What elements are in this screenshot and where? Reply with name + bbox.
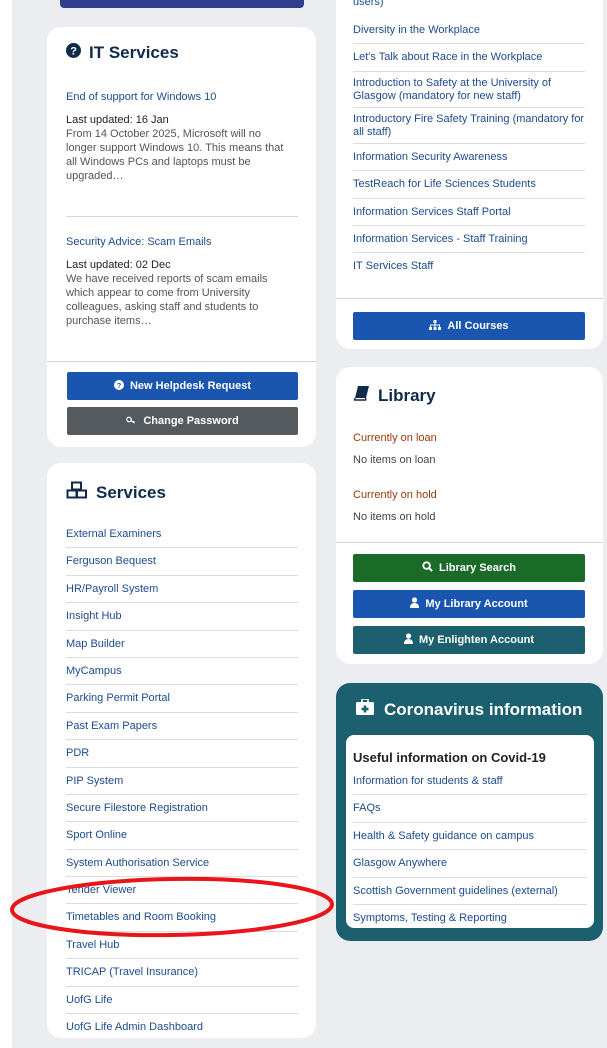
list-item[interactable]: Information Services - Staff Training	[353, 226, 585, 254]
news-updated: Last updated: 02 Dec	[66, 259, 171, 271]
hold-heading: Currently on hold	[353, 489, 437, 501]
list-item[interactable]: External Examiners	[66, 521, 298, 549]
course-list-fragment: users)	[353, 0, 384, 8]
user-icon	[403, 633, 413, 647]
list-item[interactable]: Secure Filestore Registration	[66, 795, 298, 823]
user-icon	[410, 597, 420, 611]
it-services-title: IT Services	[89, 43, 179, 62]
list-item[interactable]: Timetables and Room Booking	[66, 904, 298, 932]
divider	[47, 361, 316, 362]
services-list: External Examiners Ferguson Bequest HR/P…	[66, 521, 298, 1040]
news-item: End of support for Windows 10 Last updat…	[66, 91, 288, 183]
covid-info-panel: Useful information on Covid-19 Informati…	[346, 735, 594, 928]
list-item[interactable]: PIP System	[66, 768, 298, 795]
hold-text: No items on hold	[353, 511, 436, 523]
list-item[interactable]: Ferguson Bequest	[66, 548, 298, 576]
sitemap-icon	[429, 319, 442, 333]
library-heading: Library	[353, 385, 436, 406]
list-item[interactable]: Information Services Staff Portal	[353, 199, 585, 226]
divider	[336, 298, 603, 299]
button-label: Library Search	[438, 562, 517, 574]
button-label: My Enlighten Account	[418, 634, 535, 646]
loan-heading: Currently on loan	[353, 432, 437, 444]
list-item[interactable]: UofG Life	[66, 987, 298, 1015]
list-item[interactable]: HR/Payroll System	[66, 576, 298, 604]
my-enlighten-account-button[interactable]: My Enlighten Account	[353, 626, 585, 654]
search-icon	[422, 561, 433, 575]
news-title[interactable]: Security Advice: Scam Emails	[66, 236, 288, 248]
list-item[interactable]: Introduction to Safety at the University…	[353, 72, 585, 108]
list-item[interactable]: Insight Hub	[66, 603, 298, 631]
button-label: New Helpdesk Request	[129, 380, 252, 392]
divider	[336, 542, 603, 543]
book-icon	[353, 385, 370, 406]
coronavirus-title: Coronavirus information	[384, 699, 583, 719]
services-heading: Services	[66, 481, 166, 504]
services-title: Services	[96, 482, 166, 502]
all-courses-button[interactable]: All Courses	[353, 312, 585, 340]
list-item[interactable]: Tender Viewer	[66, 877, 298, 905]
key-icon	[126, 415, 137, 428]
previous-button-edge	[60, 0, 304, 8]
button-label: My Library Account	[425, 598, 528, 610]
loan-text: No items on loan	[353, 454, 436, 466]
new-helpdesk-request-button[interactable]: ? New Helpdesk Request	[67, 372, 298, 400]
library-title: Library	[378, 385, 436, 405]
list-item[interactable]: Diversity in the Workplace	[353, 17, 585, 45]
list-item[interactable]: System Authorisation Service	[66, 850, 298, 878]
list-item[interactable]: Map Builder	[66, 631, 298, 658]
list-item[interactable]: UofG Life Admin Dashboard	[66, 1014, 298, 1040]
list-item[interactable]: Travel Hub	[66, 932, 298, 960]
list-item[interactable]: TRICAP (Travel Insurance)	[66, 959, 298, 987]
list-item[interactable]: Parking Permit Portal	[66, 685, 298, 713]
services-card: Services External Examiners Ferguson Beq…	[47, 463, 316, 1038]
button-label: Change Password	[143, 415, 239, 427]
list-item[interactable]: Symptoms, Testing & Reporting	[353, 905, 587, 931]
list-item[interactable]: IT Services Staff	[353, 253, 585, 279]
news-body: From 14 October 2025, Microsoft will no …	[66, 128, 284, 182]
courses-card: users) Diversity in the Workplace Let's …	[336, 0, 603, 349]
cubes-icon	[66, 481, 88, 504]
library-card: Library Currently on loan No items on lo…	[336, 367, 603, 664]
it-services-heading: ? IT Services	[66, 43, 179, 63]
list-item[interactable]: Scottish Government guidelines (external…	[353, 878, 587, 905]
courses-list: Diversity in the Workplace Let's Talk ab…	[353, 17, 585, 280]
divider	[66, 216, 298, 217]
svg-text:?: ?	[117, 380, 122, 389]
list-item[interactable]: Information Security Awareness	[353, 144, 585, 172]
change-password-button[interactable]: Change Password	[67, 407, 298, 435]
covid-links-list: Information for students & staff FAQs He…	[353, 768, 587, 931]
news-item: Security Advice: Scam Emails Last update…	[66, 236, 288, 328]
my-library-account-button[interactable]: My Library Account	[353, 590, 585, 618]
library-search-button[interactable]: Library Search	[353, 554, 585, 582]
list-item[interactable]: Information for students & staff	[353, 768, 587, 796]
question-circle-icon: ?	[113, 379, 124, 393]
coronavirus-card: Coronavirus information Useful informati…	[336, 683, 603, 941]
list-item[interactable]: Introductory Fire Safety Training (manda…	[353, 108, 585, 144]
list-item[interactable]: PDR	[66, 740, 298, 768]
list-item[interactable]: Glasgow Anywhere	[353, 850, 587, 878]
medkit-icon	[356, 698, 374, 720]
news-updated: Last updated: 16 Jan	[66, 114, 169, 126]
list-item[interactable]: Let's Talk about Race in the Workplace	[353, 44, 585, 72]
it-services-card: ? IT Services End of support for Windows…	[47, 27, 316, 447]
list-item[interactable]: Past Exam Papers	[66, 713, 298, 741]
question-circle-icon: ?	[66, 43, 81, 63]
news-body: We have received reports of scam emails …	[66, 273, 268, 327]
list-item[interactable]: FAQs	[353, 795, 587, 823]
svg-text:?: ?	[70, 45, 77, 57]
list-item[interactable]: Sport Online	[66, 822, 298, 850]
list-item[interactable]: MyCampus	[66, 658, 298, 686]
covid-subtitle: Useful information on Covid-19	[353, 750, 546, 765]
list-item[interactable]: Health & Safety guidance on campus	[353, 823, 587, 851]
coronavirus-heading: Coronavirus information	[356, 698, 583, 720]
button-label: All Courses	[447, 320, 509, 332]
news-title[interactable]: End of support for Windows 10	[66, 91, 288, 103]
list-item[interactable]: TestReach for Life Sciences Students	[353, 171, 585, 199]
